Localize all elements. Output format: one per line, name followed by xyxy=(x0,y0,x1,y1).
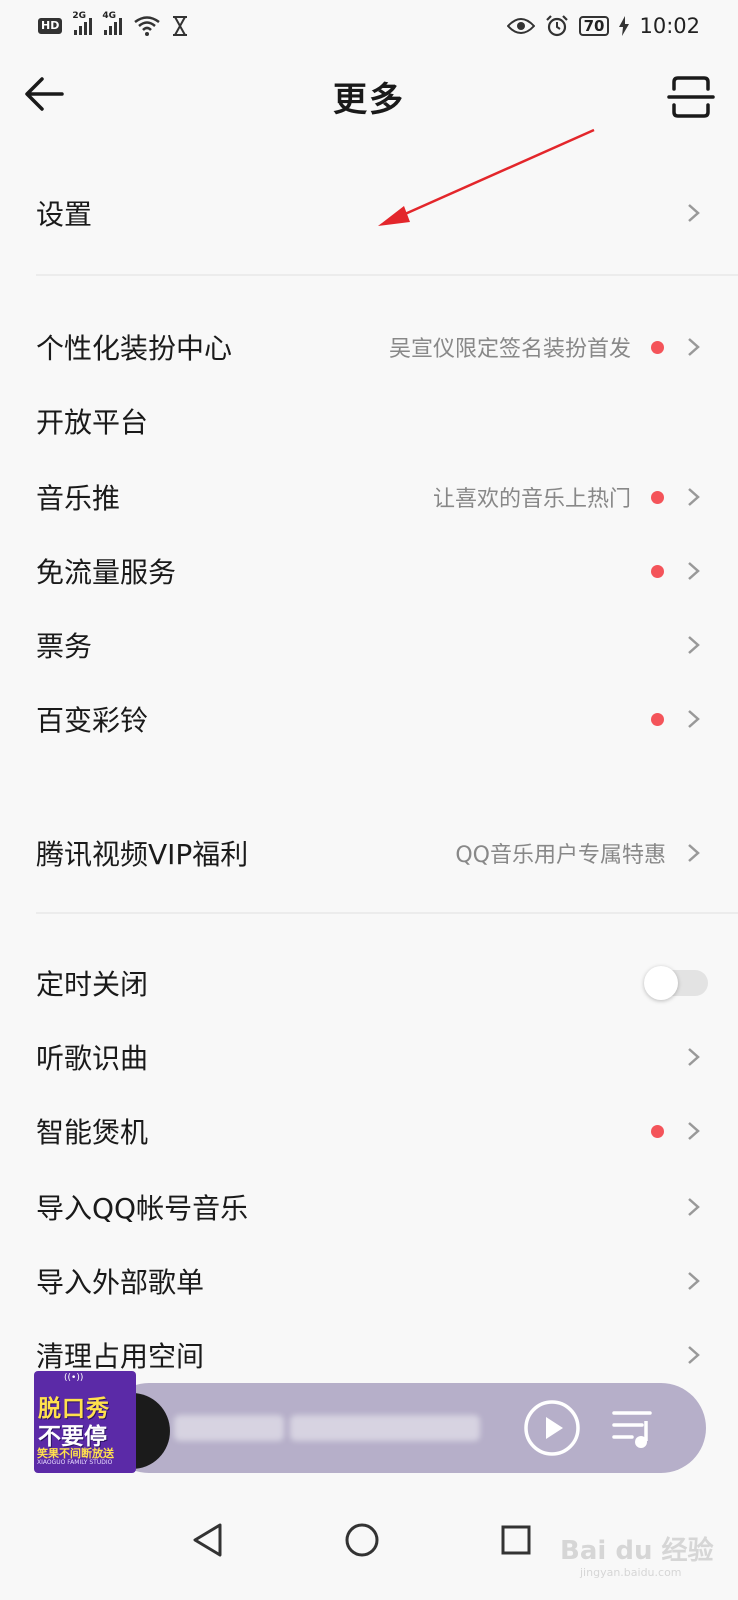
cover-studio: XIAOGUO FAMILY STUDIO xyxy=(37,1459,113,1466)
settings-row-personalization[interactable]: 个性化装扮中心 吴宣仪限定签名装扮首发 xyxy=(0,310,738,384)
row-label: 清理占用空间 xyxy=(36,1340,205,1373)
section-divider xyxy=(36,274,738,276)
chevron-right-icon xyxy=(688,1346,700,1364)
section-divider xyxy=(36,912,738,914)
red-dot-badge xyxy=(651,490,664,504)
chevron-right-icon xyxy=(688,710,700,728)
row-label: 开放平台 xyxy=(36,406,149,439)
album-cover[interactable]: ((•)) 脱口秀 不要停 笑果不间断放送 XIAOGUO FAMILY STU… xyxy=(34,1371,136,1473)
red-dot-badge xyxy=(651,1124,664,1138)
row-label: 设置 xyxy=(36,198,93,231)
row-label: 腾讯视频VIP福利 xyxy=(36,838,249,871)
hourglass-icon xyxy=(173,16,188,36)
baidu-watermark-url: jingyan.baidu.com xyxy=(580,1566,682,1579)
chevron-right-icon xyxy=(688,562,700,580)
triangle-back-icon xyxy=(193,1523,222,1557)
toggle-knob xyxy=(644,966,678,1000)
play-icon xyxy=(524,1400,580,1456)
settings-row-sleep-timer[interactable]: 定时关闭 xyxy=(0,946,738,1020)
row-label: 定时关闭 xyxy=(36,968,149,1001)
row-subtitle: 吴宣仪限定签名装扮首发 xyxy=(388,337,631,362)
settings-row-tickets[interactable]: 票务 xyxy=(0,608,738,682)
row-label: 个性化装扮中心 xyxy=(36,332,233,365)
mini-player[interactable]: ((•)) 脱口秀 不要停 笑果不间断放送 XIAOGUO FAMILY STU… xyxy=(34,1371,706,1473)
red-dot-badge xyxy=(651,712,664,726)
settings-row-free-data[interactable]: 免流量服务 xyxy=(0,534,738,608)
signal-icon: 2G xyxy=(72,11,93,35)
red-dot-badge xyxy=(651,340,664,354)
settings-row-import-playlist[interactable]: 导入外部歌单 xyxy=(0,1244,738,1318)
clock: 10:02 xyxy=(639,14,700,38)
row-label: 音乐推 xyxy=(36,482,121,515)
settings-row-tencent-video-vip[interactable]: 腾讯视频VIP福利 QQ音乐用户专属特惠 xyxy=(0,816,738,890)
settings-row-song-recognition[interactable]: 听歌识曲 xyxy=(0,1020,738,1094)
row-label: 听歌识曲 xyxy=(36,1042,149,1075)
chevron-right-icon xyxy=(688,488,700,506)
scan-button[interactable] xyxy=(666,72,716,122)
settings-row-open-platform[interactable]: 开放平台 xyxy=(0,384,738,458)
alarm-icon xyxy=(545,15,568,37)
baidu-watermark: Bai du 经验 xyxy=(560,1536,714,1566)
battery-indicator: 70 xyxy=(578,16,610,36)
chevron-right-icon xyxy=(688,636,700,654)
chevron-right-icon xyxy=(688,204,700,222)
page-title: 更多 xyxy=(333,80,405,120)
row-label: 免流量服务 xyxy=(36,556,177,589)
settings-row-burn-in[interactable]: 智能煲机 xyxy=(0,1094,738,1168)
status-bar: HD 2G 4G 70 10:02 xyxy=(0,0,738,52)
row-label: 票务 xyxy=(36,630,93,663)
nav-recents-button[interactable] xyxy=(496,1520,536,1560)
row-subtitle: QQ音乐用户专属特惠 xyxy=(455,843,666,868)
chevron-right-icon xyxy=(688,1122,700,1140)
cover-badge-icon: ((•)) xyxy=(64,1373,84,1383)
settings-row-settings[interactable]: 设置 xyxy=(0,176,738,250)
status-left: HD 2G 4G xyxy=(38,11,188,36)
app-header: 更多 xyxy=(0,52,738,140)
chevron-right-icon xyxy=(688,1272,700,1290)
play-button[interactable] xyxy=(522,1398,582,1458)
chevron-right-icon xyxy=(688,1198,700,1216)
song-title-blurred[interactable] xyxy=(174,1409,494,1447)
nav-home-button[interactable] xyxy=(342,1520,382,1560)
chevron-right-icon xyxy=(688,844,700,862)
eye-icon xyxy=(506,18,535,34)
playlist-icon xyxy=(612,1411,652,1448)
red-dot-badge xyxy=(651,564,664,578)
sleep-timer-toggle[interactable] xyxy=(644,966,708,1000)
charging-icon xyxy=(619,16,630,36)
row-label: 智能煲机 xyxy=(36,1116,149,1149)
row-label: 导入外部歌单 xyxy=(36,1266,205,1299)
settings-row-ringtone[interactable]: 百变彩铃 xyxy=(0,682,738,756)
wifi-icon xyxy=(134,16,161,36)
settings-row-import-qq-music[interactable]: 导入QQ帐号音乐 xyxy=(0,1170,738,1244)
row-subtitle: 让喜欢的音乐上热门 xyxy=(432,487,631,512)
square-recents-icon xyxy=(501,1525,531,1555)
circle-home-icon xyxy=(345,1523,379,1557)
row-label: 导入QQ帐号音乐 xyxy=(36,1192,249,1225)
scan-icon xyxy=(667,76,715,118)
hd-badge: HD xyxy=(38,18,63,34)
signal-icon: 4G xyxy=(102,11,123,35)
nav-back-button[interactable] xyxy=(188,1520,228,1560)
playlist-button[interactable] xyxy=(610,1405,658,1451)
chevron-right-icon xyxy=(688,338,700,356)
chevron-right-icon xyxy=(688,1048,700,1066)
row-label: 百变彩铃 xyxy=(36,704,149,737)
settings-row-music-promote[interactable]: 音乐推 让喜欢的音乐上热门 xyxy=(0,460,738,534)
status-right: 70 10:02 xyxy=(506,14,700,38)
